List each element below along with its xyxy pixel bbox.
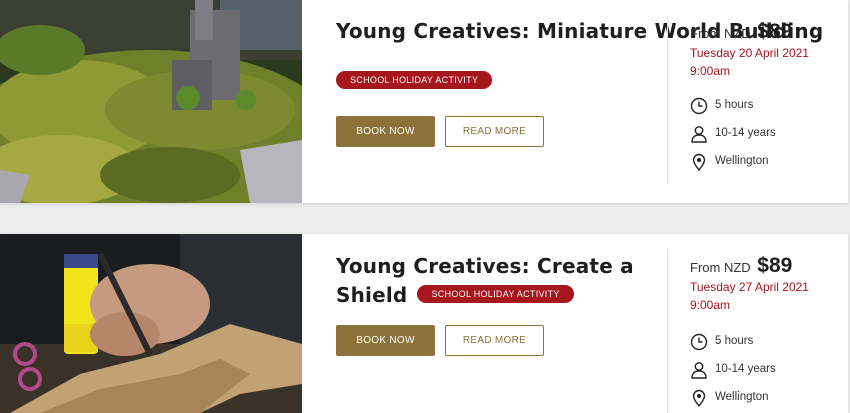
- price-prefix: From NZD: [690, 26, 751, 41]
- event-info: From NZD $89 Tuesday 20 April 2021 9:00a…: [690, 20, 848, 80]
- map-pin-icon: [692, 389, 706, 407]
- clock-icon: [690, 333, 708, 351]
- status-badge: SCHOOL HOLIDAY ACTIVITY: [417, 284, 574, 303]
- age-row: 10-14 years: [690, 361, 840, 381]
- book-now-button[interactable]: BOOK NOW: [336, 325, 435, 356]
- price-prefix: From NZD: [690, 260, 751, 275]
- person-icon: [691, 362, 707, 379]
- event-card: Young Creatives: Miniature World Buildin…: [0, 0, 848, 203]
- event-date: Tuesday 20 April 2021: [690, 46, 809, 60]
- book-now-button[interactable]: BOOK NOW: [336, 116, 435, 147]
- divider: [667, 250, 668, 413]
- duration: 5 hours: [715, 335, 754, 347]
- location-row: Wellington: [690, 389, 840, 409]
- cardboard-shield-craft-photo: [0, 234, 302, 413]
- clock-icon: [690, 97, 708, 115]
- event-title[interactable]: Young Creatives: Create a Shield SCHOOL H…: [336, 252, 636, 310]
- event-info: From NZD $89 Tuesday 27 April 2021 9:00a…: [690, 254, 848, 314]
- read-more-button[interactable]: READ MORE: [445, 325, 544, 356]
- read-more-button[interactable]: READ MORE: [445, 116, 544, 147]
- event-card: Young Creatives: Create a Shield SCHOOL H…: [0, 234, 848, 413]
- status-badge: SCHOOL HOLIDAY ACTIVITY: [336, 71, 493, 89]
- location: Wellington: [715, 155, 769, 167]
- duration-row: 5 hours: [690, 97, 840, 117]
- person-icon: [691, 126, 707, 143]
- price: From NZD $89: [690, 20, 848, 44]
- duration: 5 hours: [715, 99, 754, 111]
- event-image[interactable]: [0, 234, 302, 413]
- duration-row: 5 hours: [690, 333, 840, 353]
- price-amount: $89: [757, 254, 793, 277]
- divider: [667, 16, 668, 184]
- event-image[interactable]: [0, 0, 302, 203]
- event-date: Tuesday 27 April 2021: [690, 280, 809, 294]
- age-range: 10-14 years: [715, 127, 776, 139]
- event-time: 9:00am: [690, 298, 731, 312]
- price: From NZD $89: [690, 254, 848, 278]
- location-row: Wellington: [690, 153, 840, 173]
- location: Wellington: [715, 391, 769, 403]
- age-row: 10-14 years: [690, 125, 840, 145]
- map-pin-icon: [692, 153, 706, 171]
- price-amount: $89: [757, 20, 793, 43]
- event-time: 9:00am: [690, 64, 731, 78]
- miniature-landscape-photo: [0, 0, 302, 203]
- age-range: 10-14 years: [715, 363, 776, 375]
